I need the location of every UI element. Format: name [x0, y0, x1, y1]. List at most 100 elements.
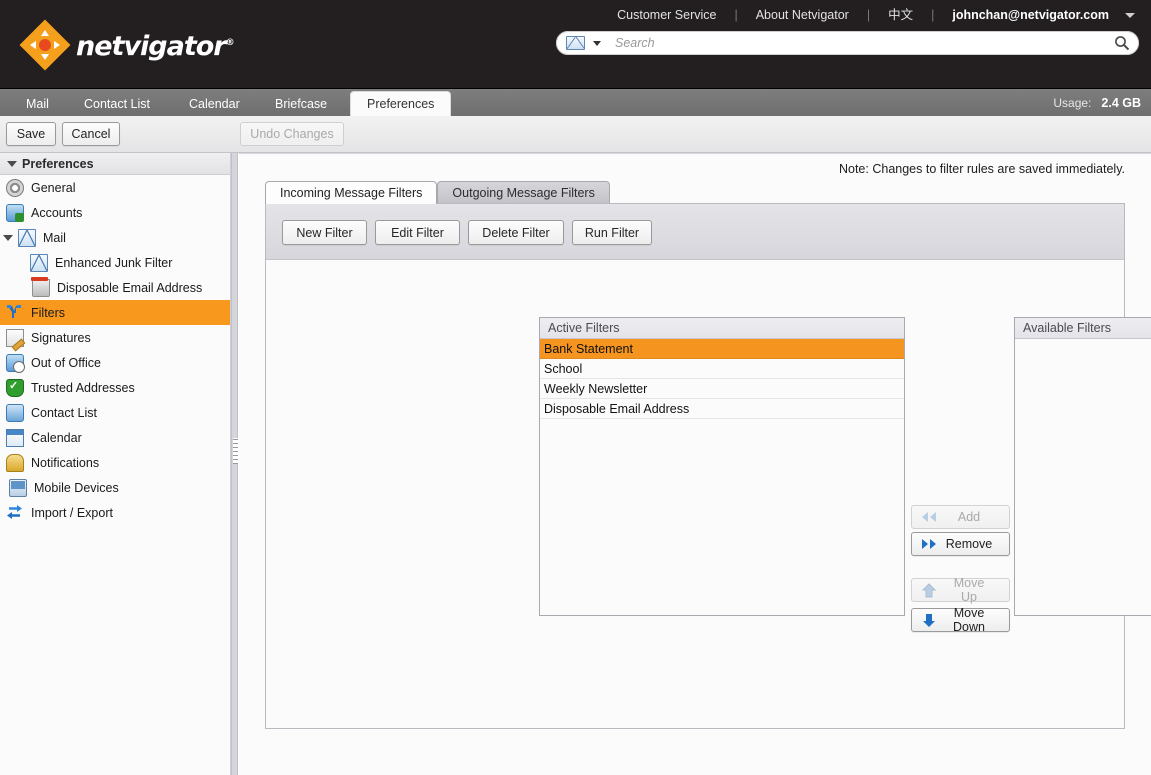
calendar-icon	[6, 428, 24, 447]
search-input[interactable]	[613, 35, 1109, 51]
sidebar-item-mail[interactable]: Mail	[0, 225, 230, 250]
arrow-up-icon	[918, 582, 940, 598]
available-filters-header: Available Filters	[1015, 318, 1151, 339]
logo-wordmark: netvigator®	[76, 30, 235, 62]
sidebar-item-label: Accounts	[31, 205, 83, 220]
application-tab-bar: Mail Contact List Calendar Briefcase Pre…	[0, 88, 1151, 117]
about-netvigator-link[interactable]: About Netvigator	[738, 4, 867, 26]
sidebar-header[interactable]: Preferences	[0, 153, 230, 175]
mail-icon	[30, 253, 48, 272]
logo-text-vigator: vigator	[123, 30, 226, 62]
signature-icon	[6, 328, 24, 347]
sidebar-item-label: Enhanced Junk Filter	[55, 255, 173, 270]
arrow-down-icon	[918, 612, 940, 628]
filter-direction-tabs: Incoming Message Filters Outgoing Message…	[265, 181, 610, 204]
new-filter-button[interactable]: New Filter	[282, 220, 367, 245]
edit-filter-button[interactable]: Edit Filter	[375, 220, 460, 245]
sidebar-item-contact-list[interactable]: Contact List	[0, 400, 230, 425]
netvigator-logo[interactable]: netvigator®	[19, 19, 235, 71]
list-item[interactable]: Disposable Email Address	[540, 399, 904, 419]
sidebar-item-label: Calendar	[31, 430, 82, 445]
sidebar-item-label: Filters	[31, 305, 66, 320]
add-filter-button: Add	[911, 505, 1010, 529]
sidebar-item-label: Mobile Devices	[34, 480, 119, 495]
sidebar-item-general[interactable]: General	[0, 175, 230, 200]
user-email-label[interactable]: johnchan@netvigator.com	[934, 8, 1119, 22]
cancel-button[interactable]: Cancel	[62, 122, 120, 146]
sidebar-item-mobile-devices[interactable]: Mobile Devices	[0, 475, 230, 500]
tab-calendar[interactable]: Calendar	[173, 92, 256, 117]
sidebar-item-trusted-addresses[interactable]: Trusted Addresses	[0, 375, 230, 400]
sidebar-item-accounts[interactable]: Accounts	[0, 200, 230, 225]
available-filters-list[interactable]: Available Filters	[1014, 317, 1151, 616]
add-filter-label: Add	[957, 510, 981, 524]
language-chinese-link[interactable]: 中文	[870, 4, 931, 26]
search-icon[interactable]	[1109, 32, 1135, 54]
contact-icon	[6, 403, 24, 422]
usage-label: Usage:	[1053, 96, 1092, 110]
sidebar-item-filters[interactable]: Filters	[0, 300, 230, 325]
bell-icon	[6, 453, 24, 472]
save-button[interactable]: Save	[6, 122, 56, 146]
undo-changes-button: Undo Changes	[240, 122, 344, 146]
gear-icon	[6, 178, 24, 197]
sidebar-item-disposable-email-address[interactable]: Disposable Email Address	[0, 275, 230, 300]
active-filters-header: Active Filters	[540, 318, 904, 339]
logo-text-net: net	[76, 30, 124, 62]
triangle-down-icon[interactable]	[7, 160, 17, 167]
usage-value: 2.4 GB	[1101, 96, 1141, 110]
shield-check-icon	[6, 378, 24, 397]
sidebar-item-label: Out of Office	[31, 355, 101, 370]
list-item[interactable]: Bank Statement	[540, 339, 904, 359]
list-item[interactable]: Weekly Newsletter	[540, 379, 904, 399]
sidebar-splitter[interactable]	[231, 153, 238, 775]
logo-registered-mark: ®	[225, 37, 235, 48]
tab-contact-list[interactable]: Contact List	[68, 92, 166, 117]
move-down-label: Move Down	[953, 606, 985, 634]
mail-icon[interactable]	[566, 36, 585, 50]
tab-preferences[interactable]: Preferences	[350, 91, 452, 117]
mail-icon	[18, 228, 36, 247]
run-filter-button[interactable]: Run Filter	[572, 220, 652, 245]
mobile-icon	[9, 478, 27, 497]
import-export-icon	[6, 504, 24, 522]
splitter-grip-icon[interactable]	[233, 438, 238, 464]
double-arrow-right-icon	[918, 536, 940, 552]
active-filters-list[interactable]: Active Filters Bank Statement School Wee…	[539, 317, 905, 616]
triangle-down-icon[interactable]	[3, 234, 13, 241]
sidebar-item-signatures[interactable]: Signatures	[0, 325, 230, 350]
remove-filter-button[interactable]: Remove	[911, 532, 1010, 556]
remove-filter-label: Remove	[945, 537, 993, 551]
delete-filter-button[interactable]: Delete Filter	[468, 220, 564, 245]
accounts-icon	[6, 203, 24, 222]
chevron-down-icon[interactable]	[1125, 12, 1135, 18]
sidebar-item-label: General	[31, 180, 76, 195]
sidebar-item-out-of-office[interactable]: Out of Office	[0, 350, 230, 375]
top-utility-nav: Customer Service | About Netvigator | 中文…	[599, 4, 1137, 26]
chevron-down-icon[interactable]	[593, 40, 601, 46]
customer-service-link[interactable]: Customer Service	[599, 4, 734, 26]
move-up-button: Move Up	[911, 576, 1010, 604]
filters-panel: New Filter Edit Filter Delete Filter Run…	[265, 203, 1151, 729]
sidebar-item-label: Notifications	[31, 455, 100, 470]
sidebar-item-label: Signatures	[31, 330, 91, 345]
double-arrow-left-icon	[918, 509, 940, 525]
filters-main-panel: Note: Changes to filter rules are saved …	[239, 153, 1151, 775]
out-of-office-icon	[6, 353, 25, 373]
tab-incoming-message-filters[interactable]: Incoming Message Filters	[265, 181, 438, 204]
tab-briefcase[interactable]: Briefcase	[259, 92, 343, 117]
sidebar-item-enhanced-junk-filter[interactable]: Enhanced Junk Filter	[0, 250, 230, 275]
global-search-bar[interactable]	[556, 31, 1139, 55]
sidebar-item-label: Import / Export	[31, 505, 113, 520]
tab-outgoing-message-filters[interactable]: Outgoing Message Filters	[437, 181, 610, 204]
sidebar-item-import-export[interactable]: Import / Export	[0, 500, 230, 525]
filter-icon	[6, 304, 24, 322]
sidebar-item-notifications[interactable]: Notifications	[0, 450, 230, 475]
move-down-button[interactable]: Move Down	[911, 606, 1010, 634]
filters-toolbar: New Filter Edit Filter Delete Filter Run…	[266, 204, 1124, 260]
tab-mail[interactable]: Mail	[10, 92, 65, 117]
sidebar-item-label: Disposable Email Address	[57, 280, 203, 295]
list-item[interactable]: School	[540, 359, 904, 379]
sidebar-item-calendar[interactable]: Calendar	[0, 425, 230, 450]
preferences-action-bar: Save Cancel Undo Changes	[0, 116, 1151, 153]
